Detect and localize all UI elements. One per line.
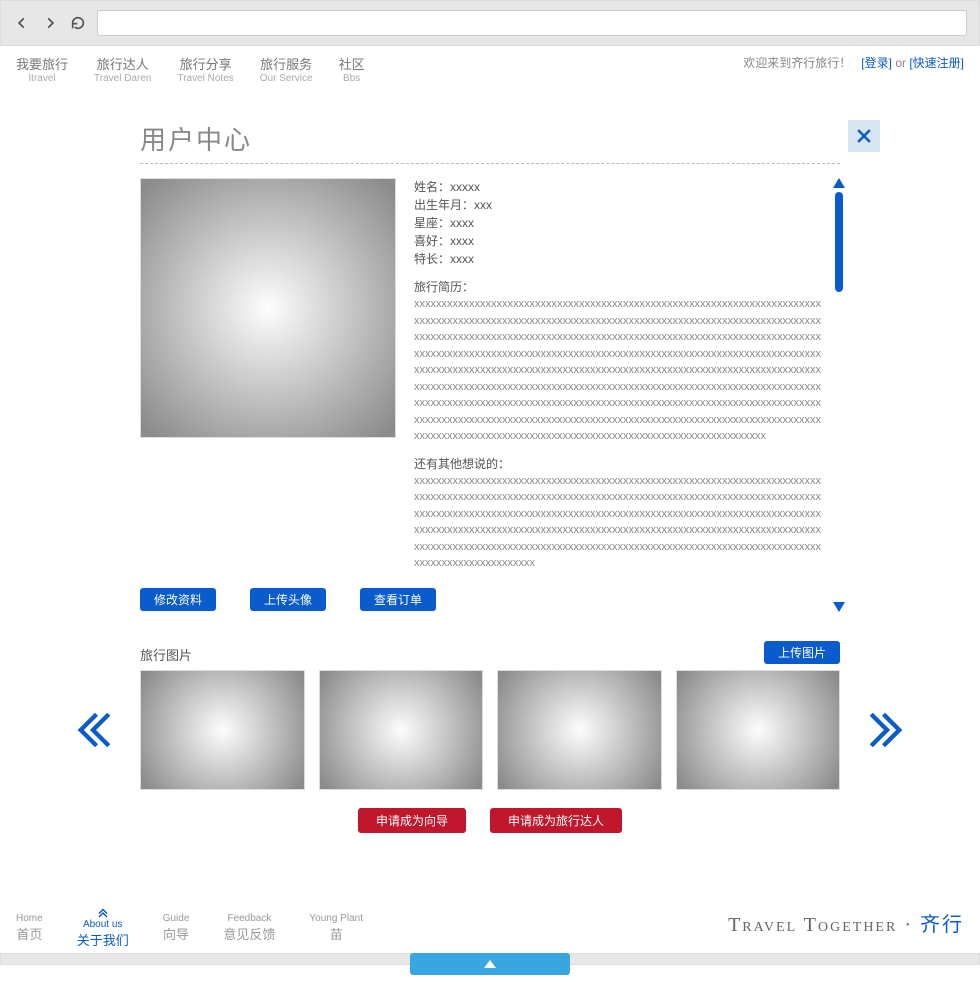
brand-cn: 齐行	[920, 914, 964, 936]
upload-photo-button[interactable]: 上传图片	[764, 641, 840, 664]
brand-en: Travel Together	[728, 914, 897, 936]
bio-text: xxxxxxxxxxxxxxxxxxxxxxxxxxxxxxxxxxxxxxxx…	[414, 296, 824, 445]
bio-label: 旅行简历：	[414, 278, 824, 296]
user-center-panel: 用户中心 姓名：xxxxx 出生年月：xxx 星座：xxxx 喜好：xxxx 特…	[140, 120, 840, 833]
gallery-photo[interactable]	[497, 670, 662, 790]
gallery-photo[interactable]	[676, 670, 841, 790]
footer-label-en: Guide	[163, 913, 190, 924]
nav-notes[interactable]: 旅行分享 Travel Notes	[177, 54, 233, 84]
hobby-label: 喜好：	[414, 234, 450, 248]
nav-itravel[interactable]: 我要旅行 Itravel	[16, 54, 68, 84]
footer-label-cn: 关于我们	[77, 930, 129, 949]
url-input[interactable]	[97, 10, 967, 36]
footer-label-cn: 向导	[163, 924, 190, 943]
browser-toolbar	[0, 0, 980, 46]
gallery-next-button[interactable]	[864, 707, 910, 753]
main-nav: 我要旅行 Itravel 旅行达人 Travel Daren 旅行分享 Trav…	[0, 46, 980, 90]
zodiac-value: xxxx	[450, 216, 474, 230]
nav-sublabel: Itravel	[16, 73, 68, 84]
scroll-thumb[interactable]	[835, 192, 843, 292]
footer-nav: Home 首页 About us 关于我们 Guide 向导 Feedback …	[0, 893, 980, 953]
hobby-value: xxxx	[450, 234, 474, 248]
nav-label: 社区	[339, 54, 365, 73]
footer-home[interactable]: Home 首页	[16, 913, 43, 943]
avatar-image	[140, 178, 396, 438]
forward-icon[interactable]	[41, 14, 59, 32]
close-button[interactable]	[848, 120, 880, 152]
triangle-up-icon	[484, 960, 496, 968]
birth-label: 出生年月：	[414, 198, 474, 212]
register-link[interactable]: [快速注册]	[909, 56, 964, 70]
auth-area: 欢迎来到齐行旅行！ [登录] or [快速注册]	[743, 54, 964, 71]
skill-value: xxxx	[450, 252, 474, 266]
name-value: xxxxx	[450, 180, 480, 194]
gallery-title: 旅行图片	[140, 645, 192, 664]
welcome-text: 欢迎来到齐行旅行！	[743, 56, 851, 70]
footer-youngplant[interactable]: Young Plant 苗	[309, 913, 363, 943]
footer-label-cn: 意见反馈	[223, 924, 275, 943]
brand-logo: Travel Together · 齐行	[728, 908, 964, 937]
view-orders-button[interactable]: 查看订单	[360, 588, 436, 611]
nav-sublabel: Our Service	[260, 73, 313, 84]
upload-avatar-button[interactable]: 上传头像	[250, 588, 326, 611]
footer-label-en: Home	[16, 913, 43, 924]
nav-daren[interactable]: 旅行达人 Travel Daren	[94, 54, 151, 84]
profile-info: 姓名：xxxxx 出生年月：xxx 星座：xxxx 喜好：xxxx 特长：xxx…	[414, 178, 840, 572]
footer-feedback[interactable]: Feedback 意见反馈	[223, 913, 275, 943]
footer-label-en: Young Plant	[309, 913, 363, 924]
other-text: xxxxxxxxxxxxxxxxxxxxxxxxxxxxxxxxxxxxxxxx…	[414, 473, 824, 572]
scroll-up-icon[interactable]	[833, 178, 845, 188]
divider	[140, 163, 840, 164]
nav-label: 旅行服务	[260, 54, 313, 73]
footer-label-en: Feedback	[223, 913, 275, 924]
or-text: or	[895, 56, 906, 70]
reload-icon[interactable]	[69, 14, 87, 32]
gallery-photo[interactable]	[140, 670, 305, 790]
login-link[interactable]: [登录]	[861, 56, 892, 70]
name-label: 姓名：	[414, 180, 450, 194]
footer-label-cn: 首页	[16, 924, 43, 943]
edit-profile-button[interactable]: 修改资料	[140, 588, 216, 611]
scroll-down-icon[interactable]	[833, 602, 845, 612]
apply-guide-button[interactable]: 申请成为向导	[358, 808, 466, 833]
nav-service[interactable]: 旅行服务 Our Service	[260, 54, 313, 84]
footer-guide[interactable]: Guide 向导	[163, 913, 190, 943]
footer-label-cn: 苗	[309, 924, 363, 943]
page-title: 用户中心	[140, 120, 840, 157]
chevron-up-icon	[97, 906, 109, 918]
nav-sublabel: Bbs	[339, 73, 365, 84]
zodiac-label: 星座：	[414, 216, 450, 230]
gallery-photo[interactable]	[319, 670, 484, 790]
nav-sublabel: Travel Daren	[94, 73, 151, 84]
apply-daren-button[interactable]: 申请成为旅行达人	[490, 808, 622, 833]
gallery-row	[140, 670, 840, 790]
nav-label: 旅行达人	[94, 54, 151, 73]
nav-sublabel: Travel Notes	[177, 73, 233, 84]
gallery-prev-button[interactable]	[70, 707, 116, 753]
skill-label: 特长：	[414, 252, 450, 266]
brand-dot: ·	[897, 914, 920, 936]
expand-button[interactable]	[410, 953, 570, 975]
profile-scrollbar[interactable]	[832, 178, 846, 612]
back-icon[interactable]	[13, 14, 31, 32]
other-label: 还有其他想说的：	[414, 455, 824, 473]
bottom-bar	[0, 953, 980, 983]
nav-bbs[interactable]: 社区 Bbs	[339, 54, 365, 84]
footer-label-en: About us	[77, 919, 129, 930]
birth-value: xxx	[474, 198, 492, 212]
nav-label: 我要旅行	[16, 54, 68, 73]
footer-about[interactable]: About us 关于我们	[77, 906, 129, 949]
nav-label: 旅行分享	[177, 54, 233, 73]
